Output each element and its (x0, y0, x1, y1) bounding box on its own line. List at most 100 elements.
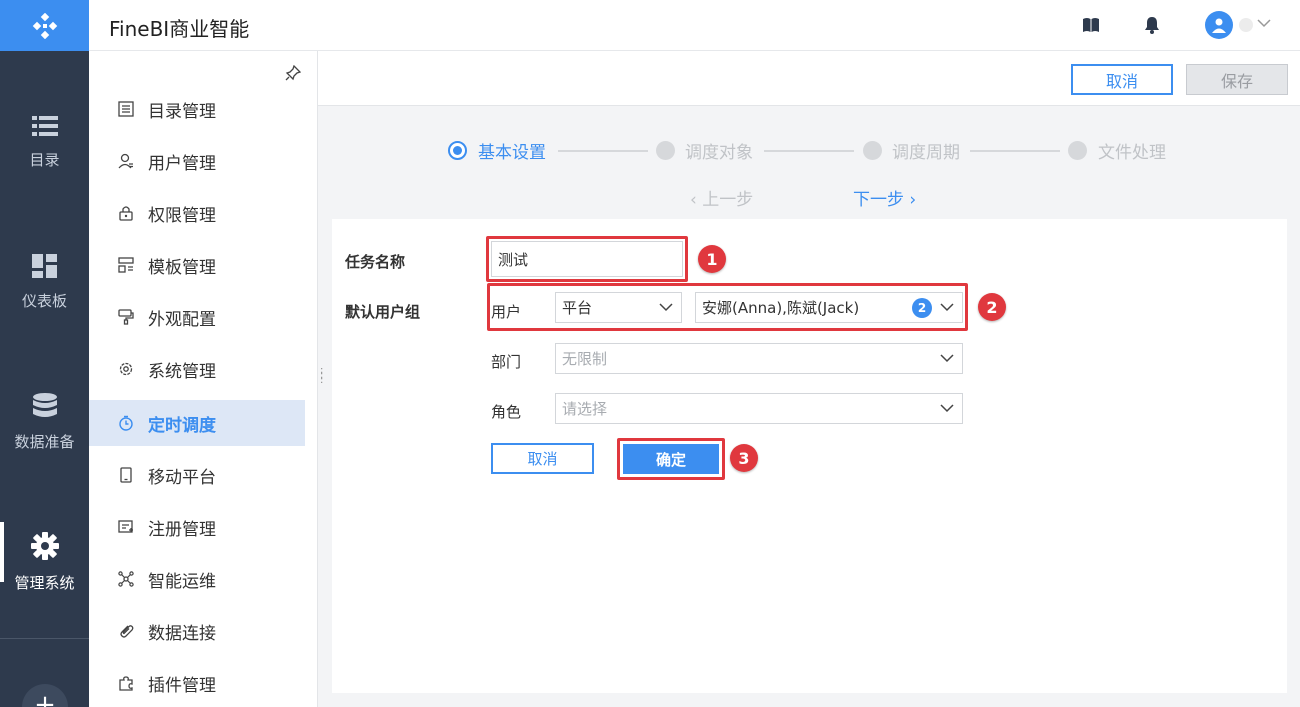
header-bar: FineBI商业智能 (89, 0, 1300, 51)
form-cancel-button[interactable]: 取消 (491, 443, 594, 474)
cancel-button[interactable]: 取消 (1071, 64, 1173, 95)
step-basic-settings[interactable]: 基本设置 (478, 138, 546, 163)
platform-select-value: 平台 (562, 299, 593, 317)
selected-count-badge: 2 (912, 298, 932, 318)
plugin-icon (117, 674, 135, 692)
dept-select-value: 无限制 (562, 350, 608, 368)
settings-icon (117, 360, 135, 378)
role-label: 角色 (491, 403, 522, 421)
users-select[interactable]: 安娜(Anna),陈斌(Jack) 2 (695, 292, 963, 323)
sidebar-item-label: 模板管理 (148, 257, 216, 278)
action-toolbar: 取消 保存 (318, 51, 1300, 106)
chevron-down-icon (940, 353, 954, 362)
platform-select[interactable]: 平台 (555, 292, 682, 323)
step-dot-object (656, 141, 675, 160)
ops-icon (117, 570, 135, 588)
step-schedule-object[interactable]: 调度对象 (685, 138, 753, 163)
chevron-down-icon (659, 302, 673, 311)
chevron-right-icon: › (904, 190, 917, 210)
step-dot-file (1068, 141, 1087, 160)
avatar[interactable] (1205, 11, 1233, 39)
sidebar-item-label: 注册管理 (148, 519, 216, 540)
role-select-placeholder: 请选择 (562, 400, 608, 418)
task-name-input[interactable]: 测试 (491, 241, 683, 277)
sidebar-item-label: 系统管理 (148, 361, 216, 382)
rail-divider (0, 638, 89, 639)
sidebar-item-label: 定时调度 (148, 415, 216, 436)
mobile-icon (117, 466, 135, 484)
user-name-placeholder (1239, 18, 1253, 32)
role-select[interactable]: 请选择 (555, 393, 963, 424)
sidebar-item-label: 外观配置 (148, 309, 216, 330)
catalog-icon (117, 100, 135, 118)
chevron-down-icon (940, 302, 954, 311)
sidebar-item-label: 权限管理 (148, 205, 216, 226)
user-avatar-icon (1212, 18, 1226, 33)
sidebar-item-label: 移动平台 (148, 467, 216, 488)
chevron-down-icon[interactable] (1257, 18, 1271, 28)
step-dot-period (863, 141, 882, 160)
sidebar-item-label: 插件管理 (148, 675, 216, 696)
sidebar-item-mobile[interactable]: 移动平台 (89, 452, 305, 498)
user-group-label: 默认用户组 (345, 303, 421, 321)
app-logo[interactable] (0, 0, 89, 51)
bell-icon[interactable] (1144, 16, 1160, 34)
app-title: FineBI商业智能 (109, 17, 250, 41)
sidebar-item-label: 目录管理 (148, 101, 216, 122)
next-step-button[interactable]: 下一步 › (853, 185, 916, 210)
sidebar-item-label: 智能运维 (148, 571, 216, 592)
sidebar-item-plugins[interactable]: 插件管理 (89, 660, 305, 706)
logo-icon (32, 12, 57, 39)
main-content: 取消 保存 基本设置 调度对象 调度周期 文件处理 ‹ 上一步 下一步 › 任务… (318, 51, 1300, 707)
sidebar-item-catalog[interactable]: 目录管理 (89, 86, 305, 132)
rail-add-button[interactable]: + (22, 684, 68, 707)
sidebar-item-label: 用户管理 (148, 153, 216, 174)
sidebar-item-label: 数据连接 (148, 623, 216, 644)
user-label: 用户 (491, 303, 522, 321)
prev-step-label: 上一步 (702, 190, 754, 210)
task-name-label: 任务名称 (345, 253, 406, 271)
step-connector (558, 150, 648, 152)
sidebar-item-templates[interactable]: 模板管理 (89, 242, 305, 288)
dept-select[interactable]: 无限制 (555, 343, 963, 374)
rail-item-catalog[interactable]: 目录 (0, 72, 89, 212)
database-icon (32, 392, 57, 417)
rail-item-label: 数据准备 (14, 432, 75, 451)
form-panel: 任务名称 测试 1 默认用户组 用户 平台 安娜(Anna),陈斌(Jack) … (332, 219, 1287, 693)
save-button[interactable]: 保存 (1186, 64, 1288, 95)
chevron-left-icon: ‹ (690, 190, 703, 210)
chevron-down-icon (940, 403, 954, 412)
wizard-steps: 基本设置 调度对象 调度周期 文件处理 (446, 137, 1176, 163)
paint-icon (117, 308, 135, 326)
dept-label: 部门 (491, 353, 522, 371)
confirm-button[interactable]: 确定 (623, 444, 719, 474)
rail-item-admin[interactable]: 管理系统 (0, 492, 89, 632)
main-nav-rail: 目录 仪表板 数据准备 管理系统 + (0, 0, 89, 707)
rail-item-dashboard[interactable]: 仪表板 (0, 212, 89, 352)
lock-icon (117, 204, 135, 222)
link-icon (117, 622, 135, 640)
sidebar-item-register[interactable]: 注册管理 (89, 504, 305, 550)
rail-item-label: 仪表板 (21, 291, 67, 310)
admin-sidebar: 目录管理 用户管理 权限管理 模板管理 外观配置 系统管理 定时调度 移动平台 … (89, 51, 318, 707)
register-icon (117, 518, 135, 536)
book-icon[interactable] (1082, 16, 1100, 34)
prev-step-button[interactable]: ‹ 上一步 (690, 185, 753, 210)
step-schedule-period[interactable]: 调度周期 (892, 138, 960, 163)
pin-icon[interactable] (285, 65, 301, 81)
users-select-value: 安娜(Anna),陈斌(Jack) (702, 299, 860, 317)
timer-icon (117, 414, 135, 432)
step-marker: 1 (698, 245, 726, 273)
sidebar-item-users[interactable]: 用户管理 (89, 138, 305, 184)
sidebar-item-permissions[interactable]: 权限管理 (89, 190, 305, 236)
step-file-handling[interactable]: 文件处理 (1098, 138, 1166, 163)
sidebar-item-ops[interactable]: 智能运维 (89, 556, 305, 602)
step-connector (970, 150, 1060, 152)
sidebar-item-connections[interactable]: 数据连接 (89, 608, 305, 654)
sidebar-item-appearance[interactable]: 外观配置 (89, 294, 305, 340)
sidebar-item-schedule[interactable]: 定时调度 (89, 400, 305, 446)
sidebar-item-system[interactable]: 系统管理 (89, 346, 305, 392)
user-icon (117, 152, 135, 170)
list-icon (31, 115, 58, 136)
rail-item-data-prep[interactable]: 数据准备 (0, 352, 89, 492)
